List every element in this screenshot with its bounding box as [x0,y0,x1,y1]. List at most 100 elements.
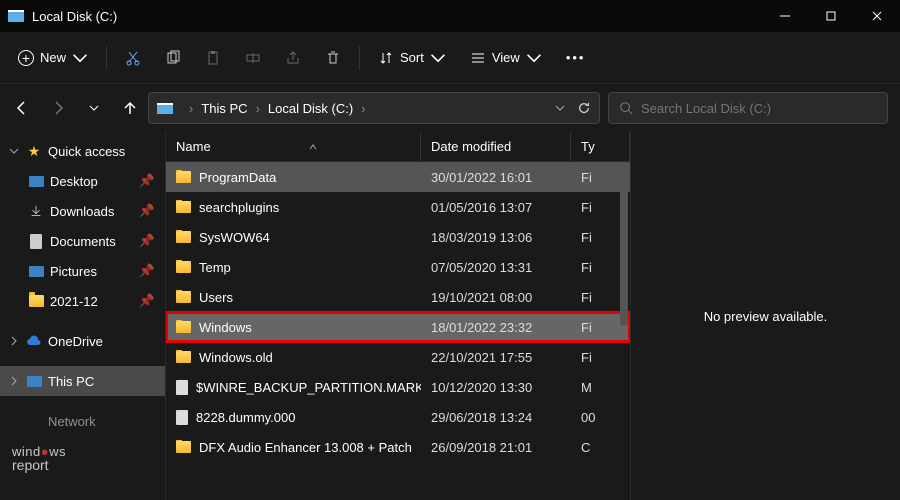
file-date: 26/09/2018 21:01 [421,440,571,455]
folder-icon [176,261,191,273]
recent-button[interactable] [84,98,104,118]
file-type: 00 [571,410,630,425]
view-button[interactable]: View [460,40,552,76]
sidebar-network[interactable]: Network [0,406,165,436]
folder-icon [176,291,191,303]
address-bar[interactable]: › This PC › Local Disk (C:) › [148,92,600,124]
pin-icon: 📌 [139,173,155,189]
sort-label: Sort [400,50,424,65]
paste-icon [205,50,221,66]
chevron-down-icon [526,50,542,66]
file-name: Users [199,290,233,305]
column-name[interactable]: Name [166,132,421,161]
sidebar-onedrive[interactable]: OneDrive [0,326,165,356]
toolbar: + New Sort View ••• [0,32,900,84]
desktop-icon [28,173,44,189]
column-type[interactable]: Ty [571,132,630,161]
chevron-down-icon [72,50,88,66]
sidebar-item-label: Quick access [48,144,125,159]
chevron-right-icon[interactable] [8,376,20,386]
preview-pane: No preview available. [630,132,900,500]
minimize-button[interactable] [762,0,808,32]
file-type: Fi [571,350,630,365]
pc-icon [26,373,42,389]
address-row: › This PC › Local Disk (C:) › [0,84,900,132]
cut-button[interactable] [115,40,151,76]
pin-icon: 📌 [139,233,155,249]
file-name: $WINRE_BACKUP_PARTITION.MARKER [196,380,421,395]
share-icon [285,50,301,66]
view-label: View [492,50,520,65]
sort-button[interactable]: Sort [368,40,456,76]
sidebar-item-label: OneDrive [48,334,103,349]
copy-button[interactable] [155,40,191,76]
file-icon [176,410,188,425]
pin-icon: 📌 [139,293,155,309]
drive-icon [157,103,173,114]
column-date[interactable]: Date modified [421,132,571,161]
crumb-separator-icon: › [256,101,260,116]
rename-icon [245,50,261,66]
sidebar-item-desktop[interactable]: Desktop📌 [0,166,165,196]
table-row[interactable]: ProgramData30/01/2022 16:01Fi [166,162,630,192]
table-row[interactable]: Temp07/05/2020 13:31Fi [166,252,630,282]
table-row[interactable]: DFX Audio Enhancer 13.008 + Patch 26/09/2… [166,432,630,462]
pin-icon: 📌 [139,203,155,219]
preview-text: No preview available. [704,309,828,324]
file-name: Temp [199,260,231,275]
table-row[interactable]: Windows.old22/10/2021 17:55Fi [166,342,630,372]
file-date: 30/01/2022 16:01 [421,170,571,185]
chevron-right-icon[interactable] [8,336,20,346]
table-row[interactable]: 8228.dummy.00029/06/2018 13:2400 [166,402,630,432]
crumb-this-pc[interactable]: This PC [201,101,247,116]
network-icon [26,413,42,429]
close-button[interactable] [854,0,900,32]
file-date: 01/05/2016 13:07 [421,200,571,215]
file-date: 10/12/2020 13:30 [421,380,571,395]
sidebar-quick-access[interactable]: ★ Quick access [0,136,165,166]
refresh-icon[interactable] [577,101,591,115]
up-button[interactable] [120,98,140,118]
chevron-down-icon[interactable] [555,103,565,113]
trash-icon [325,50,341,66]
maximize-button[interactable] [808,0,854,32]
chevron-down-icon[interactable] [8,146,20,156]
star-icon: ★ [26,143,42,159]
sidebar-item-downloads[interactable]: Downloads 📌 [0,196,165,226]
plus-icon: + [18,50,34,66]
forward-button[interactable] [48,98,68,118]
more-button[interactable]: ••• [556,40,596,76]
sidebar-item-2021-12[interactable]: 2021-12 📌 [0,286,165,316]
file-name: DFX Audio Enhancer 13.008 + Patch [199,440,412,455]
sidebar-this-pc[interactable]: This PC [0,366,165,396]
folder-icon [176,171,191,183]
search-bar[interactable] [608,92,888,124]
share-button[interactable] [275,40,311,76]
file-date: 18/03/2019 13:06 [421,230,571,245]
new-button[interactable]: + New [8,40,98,76]
search-input[interactable] [641,101,877,116]
crumb-current[interactable]: Local Disk (C:) [268,101,353,116]
sidebar-item-label: 2021-12 [50,294,98,309]
table-row[interactable]: $WINRE_BACKUP_PARTITION.MARKER10/12/2020… [166,372,630,402]
scrollbar[interactable] [620,166,628,326]
file-date: 07/05/2020 13:31 [421,260,571,275]
sidebar-item-label: Downloads [50,204,114,219]
paste-button[interactable] [195,40,231,76]
table-row[interactable]: Users19/10/2021 08:00Fi [166,282,630,312]
file-date: 18/01/2022 23:32 [421,320,571,335]
table-row[interactable]: SysWOW6418/03/2019 13:06Fi [166,222,630,252]
rename-button[interactable] [235,40,271,76]
back-button[interactable] [12,98,32,118]
file-name: 8228.dummy.000 [196,410,296,425]
table-row[interactable]: Windows18/01/2022 23:32Fi [166,312,630,342]
sidebar-item-pictures[interactable]: Pictures📌 [0,256,165,286]
watermark: wind●ws report [12,444,66,472]
table-row[interactable]: searchplugins01/05/2016 13:07Fi [166,192,630,222]
list-header: Name Date modified Ty [166,132,630,162]
sidebar-item-documents[interactable]: Documents📌 [0,226,165,256]
folder-icon [176,231,191,243]
delete-button[interactable] [315,40,351,76]
titlebar[interactable]: Local Disk (C:) [0,0,900,32]
scissors-icon [125,50,141,66]
